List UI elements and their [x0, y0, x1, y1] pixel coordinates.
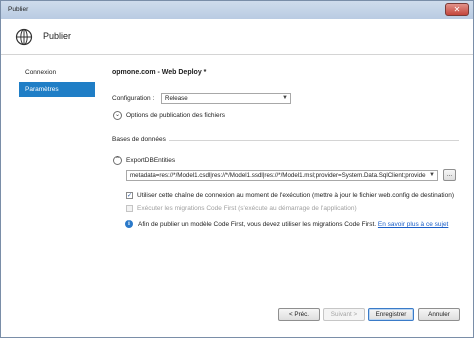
learn-more-link[interactable]: En savoir plus à ce sujet [378, 221, 448, 228]
title-bar: Publier ✕ [1, 1, 473, 19]
info-icon: i [125, 220, 133, 228]
code-first-migrations-label: Exécuter les migrations Code First (s'ex… [137, 205, 357, 212]
dialog-header: Publier [1, 19, 473, 55]
code-first-migrations-checkbox[interactable] [126, 205, 133, 212]
chevron-down-icon: ▼ [429, 172, 435, 178]
close-button[interactable]: ✕ [445, 3, 469, 16]
cancel-button[interactable]: Annuler [418, 308, 460, 321]
db-entry-name: ExportDBEntities [126, 157, 176, 164]
use-connection-string-label: Utiliser cette chaîne de connexion au mo… [137, 192, 455, 199]
expand-file-options-icon[interactable]: ⌄ [113, 111, 122, 120]
file-options-label[interactable]: Options de publication des fichiers [126, 112, 225, 119]
sidebar-item-parametres[interactable]: Paramètres [19, 82, 95, 97]
connection-string-value: metadata=res://*/Model1.csdl|res://*/Mod… [130, 172, 426, 179]
header-title: Publier [43, 31, 72, 41]
sidebar: Connexion Paramètres [19, 65, 95, 99]
chevron-down-icon: ▼ [282, 95, 288, 101]
save-button[interactable]: Enregistrer [368, 308, 414, 321]
configuration-value: Release [165, 95, 188, 102]
configuration-label: Configuration : [112, 95, 155, 102]
window-title: Publier [8, 6, 29, 13]
configuration-select[interactable]: Release ▼ [161, 93, 291, 104]
databases-section-label: Bases de données [112, 136, 166, 143]
sidebar-item-connexion[interactable]: Connexion [19, 65, 95, 80]
browse-button[interactable]: ... [443, 169, 456, 181]
info-message: Afin de publier un modèle Code First, vo… [138, 221, 448, 228]
collapse-db-entry-icon[interactable]: ⌃ [113, 156, 122, 165]
info-text: Afin de publier un modèle Code First, vo… [138, 221, 377, 228]
use-connection-string-checkbox[interactable]: ✓ [126, 192, 133, 199]
previous-button[interactable]: < Préc. [278, 308, 320, 321]
connection-string-combobox[interactable]: metadata=res://*/Model1.csdl|res://*/Mod… [126, 170, 438, 181]
globe-icon [15, 28, 33, 46]
next-button[interactable]: Suivant > [323, 308, 365, 321]
publish-dialog: Publier ✕ Publier Connexion Paramètres o… [0, 0, 474, 338]
section-divider [169, 140, 459, 141]
page-title: opmone.com - Web Deploy * [112, 69, 207, 76]
